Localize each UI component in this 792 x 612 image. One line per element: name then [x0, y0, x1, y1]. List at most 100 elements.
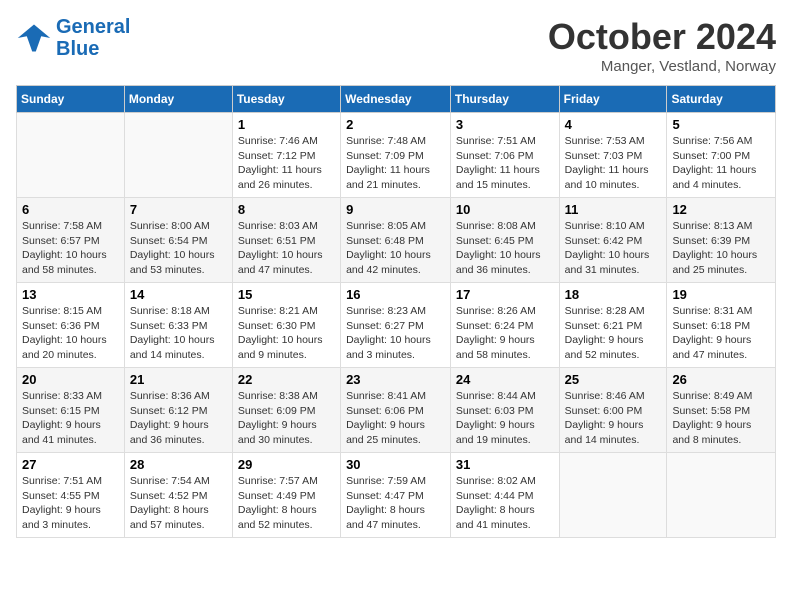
- calendar-cell: 10 Sunrise: 8:08 AM Sunset: 6:45 PM Dayli…: [450, 198, 559, 283]
- calendar-cell: 31 Sunrise: 8:02 AM Sunset: 4:44 PM Dayli…: [450, 453, 559, 538]
- day-detail: Sunrise: 8:05 AM Sunset: 6:48 PM Dayligh…: [346, 219, 445, 278]
- day-detail: Sunrise: 8:44 AM Sunset: 6:03 PM Dayligh…: [456, 389, 554, 448]
- logo-icon: [16, 20, 52, 56]
- day-number: 8: [238, 202, 335, 217]
- day-detail: Sunrise: 8:18 AM Sunset: 6:33 PM Dayligh…: [130, 304, 227, 363]
- day-number: 31: [456, 457, 554, 472]
- day-detail: Sunrise: 7:51 AM Sunset: 4:55 PM Dayligh…: [22, 474, 119, 533]
- logo: General Blue: [16, 16, 130, 60]
- calendar-cell: 16 Sunrise: 8:23 AM Sunset: 6:27 PM Dayli…: [341, 283, 451, 368]
- calendar-cell: 11Sunrise: 8:10 AM Sunset: 6:42 PM Dayli…: [559, 198, 667, 283]
- calendar-cell: 18Sunrise: 8:28 AM Sunset: 6:21 PM Dayli…: [559, 283, 667, 368]
- day-number: 2: [346, 117, 445, 132]
- day-number: 7: [130, 202, 227, 217]
- day-number: 10: [456, 202, 554, 217]
- day-number: 12: [672, 202, 770, 217]
- day-detail: Sunrise: 8:46 AM Sunset: 6:00 PM Dayligh…: [565, 389, 662, 448]
- weekday-header-friday: Friday: [559, 86, 667, 113]
- day-number: 1: [238, 117, 335, 132]
- weekday-header-tuesday: Tuesday: [232, 86, 340, 113]
- weekday-header-wednesday: Wednesday: [341, 86, 451, 113]
- calendar-cell: 2 Sunrise: 7:48 AM Sunset: 7:09 PM Daylig…: [341, 113, 451, 198]
- calendar-cell: 23 Sunrise: 8:41 AM Sunset: 6:06 PM Dayli…: [341, 368, 451, 453]
- calendar-cell: 4 Sunrise: 7:53 AM Sunset: 7:03 PM Daylig…: [559, 113, 667, 198]
- day-number: 24: [456, 372, 554, 387]
- day-detail: Sunrise: 7:46 AM Sunset: 7:12 PM Dayligh…: [238, 134, 335, 193]
- calendar-cell: [559, 453, 667, 538]
- day-detail: Sunrise: 8:36 AM Sunset: 6:12 PM Dayligh…: [130, 389, 227, 448]
- day-number: 3: [456, 117, 554, 132]
- day-detail: Sunrise: 8:41 AM Sunset: 6:06 PM Dayligh…: [346, 389, 445, 448]
- day-number: 9: [346, 202, 445, 217]
- day-number: 17: [456, 287, 554, 302]
- calendar-cell: 3 Sunrise: 7:51 AM Sunset: 7:06 PM Daylig…: [450, 113, 559, 198]
- weekday-header-row: SundayMondayTuesdayWednesdayThursdayFrid…: [17, 86, 776, 113]
- day-number: 16: [346, 287, 445, 302]
- day-number: 23: [346, 372, 445, 387]
- calendar-cell: 17 Sunrise: 8:26 AM Sunset: 6:24 PM Dayli…: [450, 283, 559, 368]
- day-detail: Sunrise: 7:58 AM Sunset: 6:57 PM Dayligh…: [22, 219, 119, 278]
- calendar-cell: 24 Sunrise: 8:44 AM Sunset: 6:03 PM Dayli…: [450, 368, 559, 453]
- location-subtitle: Manger, Vestland, Norway: [548, 58, 776, 75]
- calendar-cell: 14 Sunrise: 8:18 AM Sunset: 6:33 PM Dayli…: [124, 283, 232, 368]
- calendar-cell: 1 Sunrise: 7:46 AM Sunset: 7:12 PM Daylig…: [232, 113, 340, 198]
- calendar-cell: 12Sunrise: 8:13 AM Sunset: 6:39 PM Dayli…: [667, 198, 776, 283]
- day-number: 27: [22, 457, 119, 472]
- weekday-header-saturday: Saturday: [667, 86, 776, 113]
- calendar-cell: 7Sunrise: 8:00 AM Sunset: 6:54 PM Daylig…: [124, 198, 232, 283]
- calendar-cell: 9 Sunrise: 8:05 AM Sunset: 6:48 PM Daylig…: [341, 198, 451, 283]
- calendar-cell: 19Sunrise: 8:31 AM Sunset: 6:18 PM Dayli…: [667, 283, 776, 368]
- day-detail: Sunrise: 8:10 AM Sunset: 6:42 PM Dayligh…: [565, 219, 662, 278]
- day-detail: Sunrise: 8:38 AM Sunset: 6:09 PM Dayligh…: [238, 389, 335, 448]
- day-detail: Sunrise: 8:02 AM Sunset: 4:44 PM Dayligh…: [456, 474, 554, 533]
- day-number: 18: [565, 287, 662, 302]
- day-number: 28: [130, 457, 227, 472]
- day-number: 13: [22, 287, 119, 302]
- calendar-week-row: 6 Sunrise: 7:58 AM Sunset: 6:57 PM Daylig…: [17, 198, 776, 283]
- calendar-cell: 5Sunrise: 7:56 AM Sunset: 7:00 PM Daylig…: [667, 113, 776, 198]
- day-number: 22: [238, 372, 335, 387]
- day-number: 14: [130, 287, 227, 302]
- calendar-cell: [17, 113, 125, 198]
- day-detail: Sunrise: 7:51 AM Sunset: 7:06 PM Dayligh…: [456, 134, 554, 193]
- day-number: 6: [22, 202, 119, 217]
- day-detail: Sunrise: 7:53 AM Sunset: 7:03 PM Dayligh…: [565, 134, 662, 193]
- day-detail: Sunrise: 8:49 AM Sunset: 5:58 PM Dayligh…: [672, 389, 770, 448]
- month-title: October 2024: [548, 16, 776, 58]
- calendar-body: 1 Sunrise: 7:46 AM Sunset: 7:12 PM Daylig…: [17, 113, 776, 538]
- calendar-week-row: 13 Sunrise: 8:15 AM Sunset: 6:36 PM Dayli…: [17, 283, 776, 368]
- calendar-table: SundayMondayTuesdayWednesdayThursdayFrid…: [16, 85, 776, 538]
- day-detail: Sunrise: 7:48 AM Sunset: 7:09 PM Dayligh…: [346, 134, 445, 193]
- day-detail: Sunrise: 8:23 AM Sunset: 6:27 PM Dayligh…: [346, 304, 445, 363]
- day-detail: Sunrise: 8:33 AM Sunset: 6:15 PM Dayligh…: [22, 389, 119, 448]
- day-detail: Sunrise: 7:57 AM Sunset: 4:49 PM Dayligh…: [238, 474, 335, 533]
- day-number: 20: [22, 372, 119, 387]
- calendar-cell: 28 Sunrise: 7:54 AM Sunset: 4:52 PM Dayli…: [124, 453, 232, 538]
- day-detail: Sunrise: 7:59 AM Sunset: 4:47 PM Dayligh…: [346, 474, 445, 533]
- day-number: 25: [565, 372, 662, 387]
- calendar-cell: 21 Sunrise: 8:36 AM Sunset: 6:12 PM Dayli…: [124, 368, 232, 453]
- day-detail: Sunrise: 8:03 AM Sunset: 6:51 PM Dayligh…: [238, 219, 335, 278]
- calendar-cell: 29Sunrise: 7:57 AM Sunset: 4:49 PM Dayli…: [232, 453, 340, 538]
- day-detail: Sunrise: 8:15 AM Sunset: 6:36 PM Dayligh…: [22, 304, 119, 363]
- calendar-cell: [667, 453, 776, 538]
- day-detail: Sunrise: 8:08 AM Sunset: 6:45 PM Dayligh…: [456, 219, 554, 278]
- day-detail: Sunrise: 7:54 AM Sunset: 4:52 PM Dayligh…: [130, 474, 227, 533]
- page-header: General Blue October 2024 Manger, Vestla…: [16, 16, 776, 75]
- weekday-header-monday: Monday: [124, 86, 232, 113]
- calendar-cell: 8 Sunrise: 8:03 AM Sunset: 6:51 PM Daylig…: [232, 198, 340, 283]
- day-number: 15: [238, 287, 335, 302]
- day-detail: Sunrise: 7:56 AM Sunset: 7:00 PM Dayligh…: [672, 134, 770, 193]
- calendar-header: SundayMondayTuesdayWednesdayThursdayFrid…: [17, 86, 776, 113]
- day-number: 4: [565, 117, 662, 132]
- day-detail: Sunrise: 8:21 AM Sunset: 6:30 PM Dayligh…: [238, 304, 335, 363]
- day-number: 21: [130, 372, 227, 387]
- calendar-cell: 6 Sunrise: 7:58 AM Sunset: 6:57 PM Daylig…: [17, 198, 125, 283]
- logo-text: General Blue: [56, 16, 130, 60]
- weekday-header-thursday: Thursday: [450, 86, 559, 113]
- day-detail: Sunrise: 8:26 AM Sunset: 6:24 PM Dayligh…: [456, 304, 554, 363]
- calendar-cell: 30Sunrise: 7:59 AM Sunset: 4:47 PM Dayli…: [341, 453, 451, 538]
- calendar-cell: 25 Sunrise: 8:46 AM Sunset: 6:00 PM Dayli…: [559, 368, 667, 453]
- calendar-week-row: 20 Sunrise: 8:33 AM Sunset: 6:15 PM Dayli…: [17, 368, 776, 453]
- weekday-header-sunday: Sunday: [17, 86, 125, 113]
